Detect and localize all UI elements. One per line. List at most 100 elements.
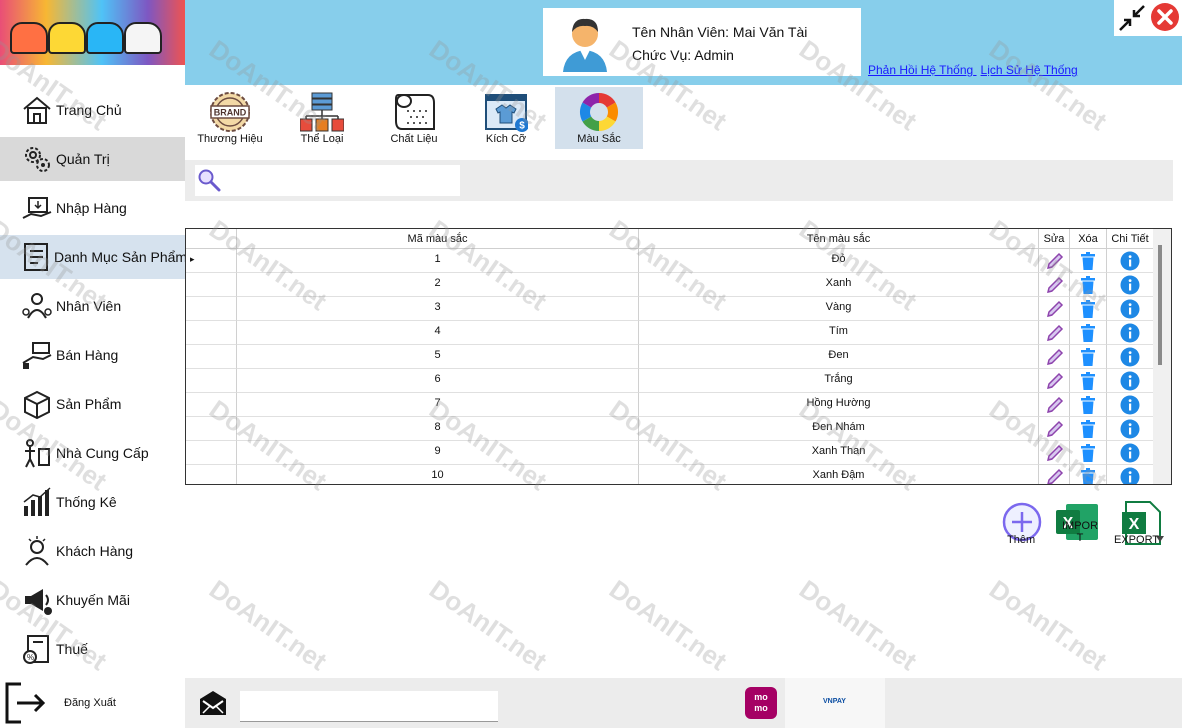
cell-name[interactable]: Hồng Hường <box>639 393 1039 417</box>
cell-code[interactable]: 6 <box>237 369 639 393</box>
table-row[interactable]: 10 Xanh Đậm <box>186 465 1154 484</box>
tab-brand[interactable]: BRAND Thương Hiệu <box>186 87 274 149</box>
sidebar-item-statistics[interactable]: Thống Kê <box>0 480 185 524</box>
sidebar-item-home[interactable]: Trang Chủ <box>0 88 185 132</box>
sidebar-item-sales[interactable]: Bán Hàng <box>0 333 185 377</box>
trash-icon[interactable] <box>1078 467 1098 484</box>
column-header-code[interactable]: Mã màu sắc <box>237 229 639 249</box>
add-button[interactable]: Thêm <box>998 500 1044 546</box>
row-header[interactable] <box>186 345 237 369</box>
trash-icon[interactable] <box>1078 251 1098 271</box>
edit-pencil-icon[interactable] <box>1045 395 1065 415</box>
sidebar-item-admin[interactable]: Quản Trị <box>0 137 185 181</box>
minimize-icon[interactable] <box>1116 2 1148 34</box>
edit-pencil-icon[interactable] <box>1045 443 1065 463</box>
table-row[interactable]: 9 Xanh Than <box>186 441 1154 465</box>
cell-code[interactable]: 1 <box>237 249 639 273</box>
scrollbar-thumb[interactable] <box>1158 245 1162 365</box>
edit-pencil-icon[interactable] <box>1045 275 1065 295</box>
sidebar-item-catalog[interactable]: Danh Mục Sản Phẩm <box>0 235 187 279</box>
table-row[interactable]: 7 Hồng Hường <box>186 393 1154 417</box>
cell-code[interactable]: 3 <box>237 297 639 321</box>
info-icon[interactable] <box>1120 299 1140 319</box>
cell-name[interactable]: Xanh <box>639 273 1039 297</box>
info-icon[interactable] <box>1120 467 1140 484</box>
row-header[interactable] <box>186 321 237 345</box>
info-icon[interactable] <box>1120 347 1140 367</box>
sidebar-item-promotions[interactable]: Khuyến Mãi <box>0 578 185 622</box>
search-input[interactable] <box>195 165 460 196</box>
info-icon[interactable] <box>1120 371 1140 391</box>
trash-icon[interactable] <box>1078 347 1098 367</box>
cell-code[interactable]: 2 <box>237 273 639 297</box>
row-header[interactable] <box>186 369 237 393</box>
row-header[interactable] <box>186 441 237 465</box>
row-header[interactable] <box>186 393 237 417</box>
row-header[interactable] <box>186 465 237 484</box>
tab-color[interactable]: Màu Sắc <box>555 87 643 149</box>
row-header[interactable] <box>186 273 237 297</box>
cell-code[interactable]: 8 <box>237 417 639 441</box>
message-input[interactable] <box>240 691 498 722</box>
edit-pencil-icon[interactable] <box>1045 347 1065 367</box>
momo-logo[interactable]: mo mo <box>745 687 777 719</box>
info-icon[interactable] <box>1120 443 1140 463</box>
tab-size[interactable]: $ Kích Cỡ <box>462 87 550 149</box>
info-icon[interactable] <box>1120 323 1140 343</box>
info-icon[interactable] <box>1120 419 1140 439</box>
info-icon[interactable] <box>1120 275 1140 295</box>
logout-button[interactable]: Đăng Xuất <box>0 678 185 728</box>
edit-pencil-icon[interactable] <box>1045 371 1065 391</box>
tab-type[interactable]: Thể Loại <box>278 87 366 149</box>
cell-name[interactable]: Xanh Đậm <box>639 465 1039 484</box>
trash-icon[interactable] <box>1078 419 1098 439</box>
trash-icon[interactable] <box>1078 323 1098 343</box>
edit-pencil-icon[interactable] <box>1045 299 1065 319</box>
column-header-detail[interactable]: Chi Tiết <box>1107 229 1154 249</box>
table-row[interactable]: 4 Tím <box>186 321 1154 345</box>
cell-name[interactable]: Đen Nhám <box>639 417 1039 441</box>
vertical-scrollbar[interactable] <box>1153 229 1171 484</box>
cell-name[interactable]: Đen <box>639 345 1039 369</box>
tab-material[interactable]: Chất Liệu <box>370 87 458 149</box>
cell-name[interactable]: Tím <box>639 321 1039 345</box>
row-header[interactable] <box>186 417 237 441</box>
edit-pencil-icon[interactable] <box>1045 467 1065 484</box>
info-icon[interactable] <box>1120 395 1140 415</box>
cell-name[interactable]: Đỏ <box>639 249 1039 273</box>
table-row[interactable]: 6 Trắng <box>186 369 1154 393</box>
cell-code[interactable]: 5 <box>237 345 639 369</box>
sidebar-item-tax[interactable]: % Thuế <box>0 627 185 671</box>
cell-code[interactable]: 9 <box>237 441 639 465</box>
edit-pencil-icon[interactable] <box>1045 323 1065 343</box>
trash-icon[interactable] <box>1078 395 1098 415</box>
cell-code[interactable]: 4 <box>237 321 639 345</box>
sidebar-item-staff[interactable]: Nhân Viên <box>0 284 185 328</box>
row-header[interactable]: ▸ <box>186 249 237 273</box>
column-header-delete[interactable]: Xóa <box>1070 229 1107 249</box>
cell-name[interactable]: Trắng <box>639 369 1039 393</box>
sidebar-item-suppliers[interactable]: Nhà Cung Cấp <box>0 431 185 475</box>
table-row[interactable]: 5 Đen <box>186 345 1154 369</box>
trash-icon[interactable] <box>1078 371 1098 391</box>
cell-code[interactable]: 7 <box>237 393 639 417</box>
import-button[interactable]: X IMPOR T <box>1056 500 1104 546</box>
cell-name[interactable]: Vàng <box>639 297 1039 321</box>
table-row[interactable]: 2 Xanh <box>186 273 1154 297</box>
edit-pencil-icon[interactable] <box>1045 419 1065 439</box>
trash-icon[interactable] <box>1078 443 1098 463</box>
info-icon[interactable] <box>1120 251 1140 271</box>
trash-icon[interactable] <box>1078 299 1098 319</box>
table-row[interactable]: 8 Đen Nhám <box>186 417 1154 441</box>
row-header[interactable] <box>186 297 237 321</box>
trash-icon[interactable] <box>1078 275 1098 295</box>
column-header-edit[interactable]: Sửa <box>1039 229 1070 249</box>
export-button[interactable]: X EXPORT <box>1114 498 1166 546</box>
cell-code[interactable]: 10 <box>237 465 639 484</box>
vnpay-logo[interactable]: VNPAY <box>785 678 885 728</box>
sidebar-item-customers[interactable]: Khách Hàng <box>0 529 185 573</box>
table-row[interactable]: ▸ 1 Đỏ <box>186 249 1154 273</box>
table-row[interactable]: 3 Vàng <box>186 297 1154 321</box>
close-icon[interactable] <box>1150 2 1180 32</box>
sidebar-item-products[interactable]: Sản Phẩm <box>0 382 185 426</box>
